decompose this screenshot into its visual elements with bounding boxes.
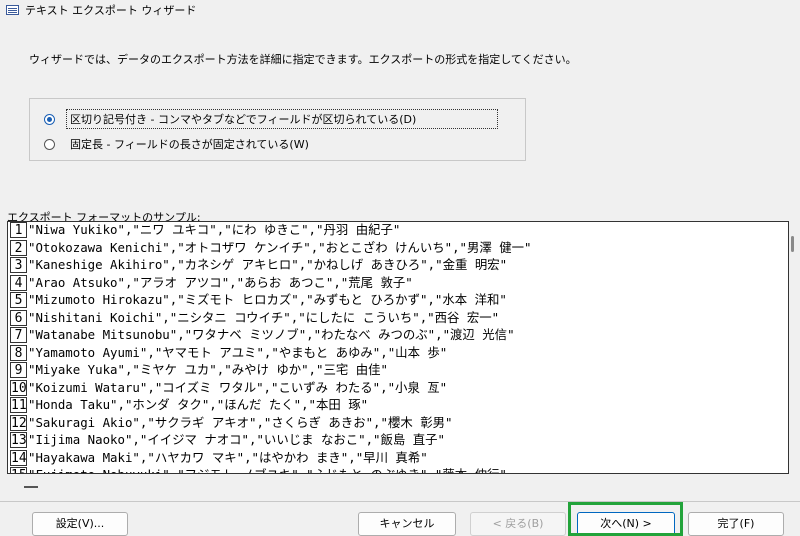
finish-button[interactable]: 完了(F) [688,512,784,536]
horizontal-scrollbar-thumb[interactable] [24,486,38,488]
preview-row: 3 "Kaneshige Akihiro","カネシゲ アキヒロ","かねしげ あ… [8,257,788,275]
export-sample-preview[interactable]: 1 "Niwa Yukiko","ニワ ユキコ","にわ ゆきこ","丹羽 由紀子… [7,221,789,474]
table-icon [6,5,19,15]
preview-row: 9 "Miyake Yuka","ミヤケ ユカ","みやけ ゆか","三宅 由佳" [8,362,788,380]
preview-row: 7 "Watanabe Mitsunobu","ワタナベ ミツノブ","わたなべ … [8,327,788,345]
row-text: "Mizumoto Hirokazu","ミズモト ヒロカズ","みずもと ひろ… [28,292,507,307]
window-title: テキスト エクスポート ウィザード [25,4,197,17]
row-text: "Iijima Naoko","イイジマ ナオコ","いいじま なおこ","飯島… [28,432,445,447]
separator [0,501,800,502]
preview-rows: 1 "Niwa Yukiko","ニワ ユキコ","にわ ゆきこ","丹羽 由紀子… [8,222,788,473]
next-button[interactable]: 次へ(N) > [577,512,675,536]
row-number: 11 [10,397,27,413]
row-number: 15 [10,467,27,473]
row-number: 14 [10,449,27,466]
preview-row: 5 "Mizumoto Hirokazu","ミズモト ヒロカズ","みずもと ひ… [8,292,788,310]
preview-row: 10 "Koizumi Wataru","コイズミ ワタル","こいずみ わたる"… [8,379,788,398]
row-text: "Hayakawa Maki","ハヤカワ マキ","はやかわ まき","早川 … [28,449,428,465]
row-text: "Nishitani Koichi","ニシタニ コウイチ","にしたに こうい… [28,309,500,325]
row-text: "Miyake Yuka","ミヤケ ユカ","みやけ ゆか","三宅 由佳" [28,362,388,377]
preview-row: 8 "Yamamoto Ayumi","ヤマモト アユミ","やまもと あゆみ",… [8,344,788,363]
row-text: "Watanabe Mitsunobu","ワタナベ ミツノブ","わたなべ み… [28,327,515,342]
format-option-group: 区切り記号付き - コンマやタブなどでフィールドが区切られている(D) 固定長 … [29,98,526,161]
preview-row: 1 "Niwa Yukiko","ニワ ユキコ","にわ ゆきこ","丹羽 由紀子… [8,222,788,240]
row-text: "Otokozawa Kenichi","オトコザワ ケンイチ","おとこざわ … [28,239,532,255]
preview-row: 11 "Honda Taku","ホンダ タク","ほんだ たく","本田 琢" [8,397,788,415]
preview-row: 13 "Iijima Naoko","イイジマ ナオコ","いいじま なおこ","… [8,432,788,450]
row-text: "Koizumi Wataru","コイズミ ワタル","こいずみ わたる","… [28,379,448,395]
preview-row: 15"Fujimoto Nobuyuki","フジモト ノブユキ","ふじもと … [8,467,788,473]
row-text: "Fujimoto Nobuyuki","フジモト ノブユキ","ふじもと のぶ… [27,467,507,473]
cancel-button[interactable]: キャンセル [358,512,456,536]
preview-row: 14 "Hayakawa Maki","ハヤカワ マキ","はやかわ まき","早… [8,449,788,468]
fixed-width-label[interactable]: 固定長 - フィールドの長さが固定されている(W) [68,136,311,152]
row-number: 9 [10,362,27,378]
row-text: "Arao Atsuko","アラオ アツコ","あらお あつこ","荒尾 敦子… [28,274,413,290]
fixed-width-option[interactable]: 固定長 - フィールドの長さが固定されている(W) [44,136,311,152]
delimited-option[interactable]: 区切り記号付き - コンマやタブなどでフィールドが区切られている(D) [44,109,498,129]
row-number: 7 [10,327,27,343]
row-number: 5 [10,292,27,308]
settings-button[interactable]: 設定(V)... [32,512,128,536]
delimited-label[interactable]: 区切り記号付き - コンマやタブなどでフィールドが区切られている(D) [66,109,498,129]
row-number: 10 [10,379,27,396]
preview-row: 4 "Arao Atsuko","アラオ アツコ","あらお あつこ","荒尾 敦… [8,274,788,293]
title-bar: テキスト エクスポート ウィザード [0,0,800,20]
intro-text: ウィザードでは、データのエクスポート方法を詳細に指定できます。エクスポートの形式… [29,53,577,66]
preview-row: 6 "Nishitani Koichi","ニシタニ コウイチ","にしたに こう… [8,309,788,328]
preview-row: 12 "Sakuragi Akio","サクラギ アキオ","さくらぎ あきお",… [8,414,788,433]
delimited-radio[interactable] [44,113,55,125]
vertical-scrollbar-thumb[interactable] [791,236,794,252]
row-text: "Kaneshige Akihiro","カネシゲ アキヒロ","かねしげ あき… [28,257,508,272]
row-number: 8 [10,344,27,361]
back-button[interactable]: < 戻る(B) [470,512,566,536]
fixed-width-radio[interactable] [44,138,55,150]
row-text: "Yamamoto Ayumi","ヤマモト アユミ","やまもと あゆみ","… [28,344,448,360]
row-number: 12 [10,414,27,431]
row-number: 6 [10,309,27,326]
preview-row: 2 "Otokozawa Kenichi","オトコザワ ケンイチ","おとこざわ… [8,239,788,258]
row-text: "Sakuragi Akio","サクラギ アキオ","さくらぎ あきお","櫻… [28,414,453,430]
row-text: "Niwa Yukiko","ニワ ユキコ","にわ ゆきこ","丹羽 由紀子" [28,222,401,237]
row-number: 1 [10,222,27,238]
row-number: 4 [10,274,27,291]
row-number: 13 [10,432,27,448]
row-text: "Honda Taku","ホンダ タク","ほんだ たく","本田 琢" [28,397,369,412]
row-number: 3 [10,257,27,273]
row-number: 2 [10,239,27,256]
